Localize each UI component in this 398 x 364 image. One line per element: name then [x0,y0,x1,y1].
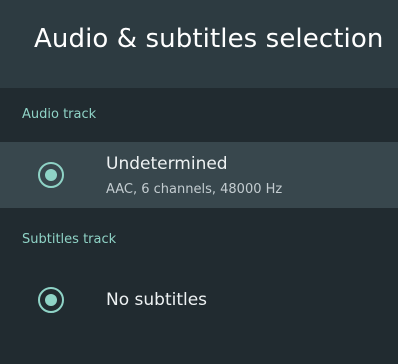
audio-subtitles-dialog: Audio & subtitles selection Audio track … [0,0,398,364]
subtitle-option-label: No subtitles [106,290,208,310]
subtitle-option-none[interactable]: No subtitles [0,274,398,330]
radio-selected-icon[interactable] [38,162,64,188]
audio-option-detail: AAC, 6 channels, 48000 Hz [106,182,283,197]
dialog-title: Audio & subtitles selection [34,24,384,54]
dialog-header: Audio & subtitles selection [0,0,398,88]
audio-option-label: Undetermined [106,154,228,174]
radio-selected-icon[interactable] [38,287,64,313]
subtitles-track-section-label: Subtitles track [22,232,117,247]
audio-option-undetermined[interactable]: Undetermined AAC, 6 channels, 48000 Hz [0,142,398,208]
audio-track-section-label: Audio track [22,107,97,122]
